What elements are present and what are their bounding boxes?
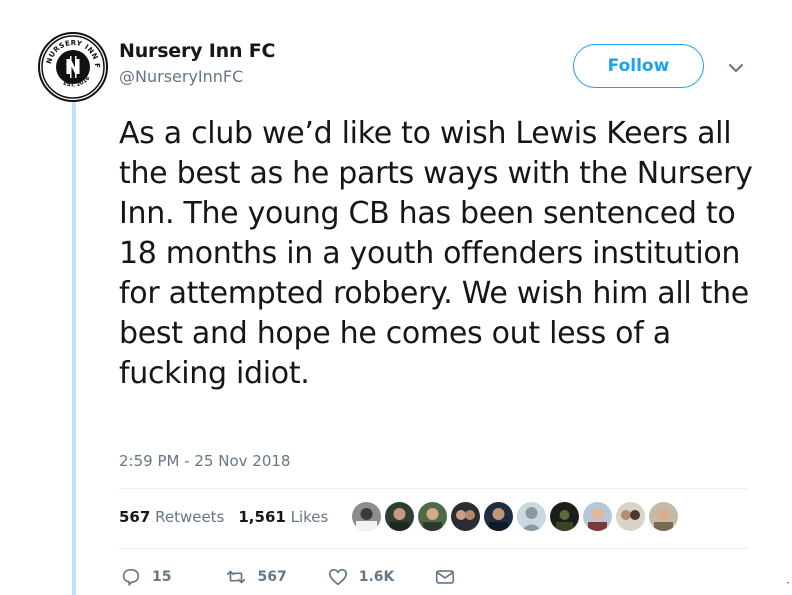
likers-avatars	[352, 502, 678, 531]
club-logo-icon: NURSERY INN FC EST. 2016 N	[40, 34, 105, 99]
liker-avatar[interactable]	[484, 502, 513, 531]
retweets-count: 567	[119, 508, 151, 526]
reply-action[interactable]: 15	[120, 566, 171, 588]
liker-avatar[interactable]	[451, 502, 480, 531]
tweet-text: As a club we’d like to wish Lewis Keers …	[119, 116, 753, 391]
tweet-timestamp[interactable]: 2:59 PM - 25 Nov 2018	[119, 452, 290, 470]
like-action[interactable]: 1.6K	[327, 566, 395, 588]
retweets-stat[interactable]: 567 Retweets	[119, 508, 224, 526]
direct-message-action[interactable]	[434, 566, 456, 588]
likes-label: Likes	[290, 508, 329, 526]
liker-avatar[interactable]	[616, 502, 645, 531]
account-name[interactable]: Nursery Inn FC	[119, 40, 275, 62]
liker-avatar[interactable]	[517, 502, 546, 531]
thread-connector-line	[72, 92, 76, 595]
divider	[119, 548, 747, 549]
decorative-mark: ·	[786, 576, 790, 590]
retweet-icon	[227, 570, 246, 584]
reply-icon	[122, 568, 140, 586]
likes-stat[interactable]: 1,561 Likes	[238, 508, 328, 526]
retweet-action[interactable]: 567	[225, 566, 287, 588]
liker-avatar[interactable]	[649, 502, 678, 531]
liker-avatar[interactable]	[352, 502, 381, 531]
heart-icon	[328, 568, 347, 586]
likes-count: 1,561	[238, 508, 286, 526]
divider	[119, 488, 747, 489]
liker-avatar[interactable]	[385, 502, 414, 531]
svg-text:N: N	[65, 55, 82, 79]
liker-avatar[interactable]	[418, 502, 447, 531]
account-avatar[interactable]: NURSERY INN FC EST. 2016 N	[38, 32, 108, 102]
liker-avatar[interactable]	[550, 502, 579, 531]
retweet-count: 567	[257, 569, 287, 585]
account-handle[interactable]: @NurseryInnFC	[119, 67, 243, 86]
retweets-label: Retweets	[155, 508, 225, 526]
liker-avatar[interactable]	[583, 502, 612, 531]
reply-count: 15	[152, 569, 172, 585]
envelope-icon	[436, 570, 455, 584]
engagement-stats: 567 Retweets 1,561 Likes	[119, 508, 328, 526]
tweet-actions: 15 567 1.6K	[120, 566, 492, 588]
chevron-down-icon[interactable]	[726, 58, 746, 78]
like-count: 1.6K	[358, 569, 395, 585]
follow-button[interactable]: Follow	[573, 44, 704, 88]
